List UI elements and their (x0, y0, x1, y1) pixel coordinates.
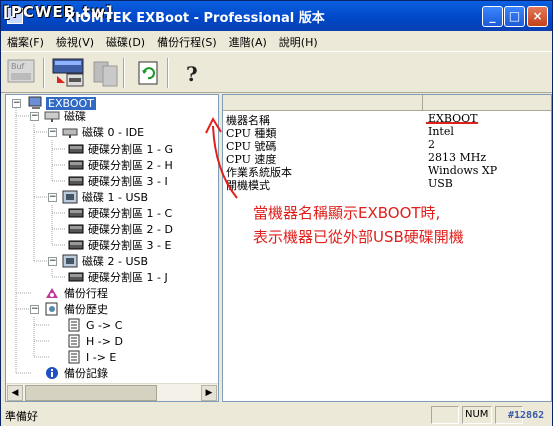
annotation-line: 當機器名稱顯示EXBOOT時, (253, 204, 441, 222)
status-bar: 準備好 NUM (1, 404, 552, 426)
image-id-label: #12862 (508, 410, 545, 421)
status-text: 準備好 (5, 410, 38, 423)
num-lock-indicator: NUM (465, 409, 489, 420)
status-panel (431, 406, 459, 424)
app-window: [PCWEB.tw] XIOMTEK EXBoot - Professional… (0, 0, 553, 426)
annotation-line: 表示機器已從外部USB硬碟開機 (253, 228, 464, 246)
annotation-text: 當機器名稱顯示EXBOOT時, 表示機器已從外部USB硬碟開機 (253, 201, 464, 249)
